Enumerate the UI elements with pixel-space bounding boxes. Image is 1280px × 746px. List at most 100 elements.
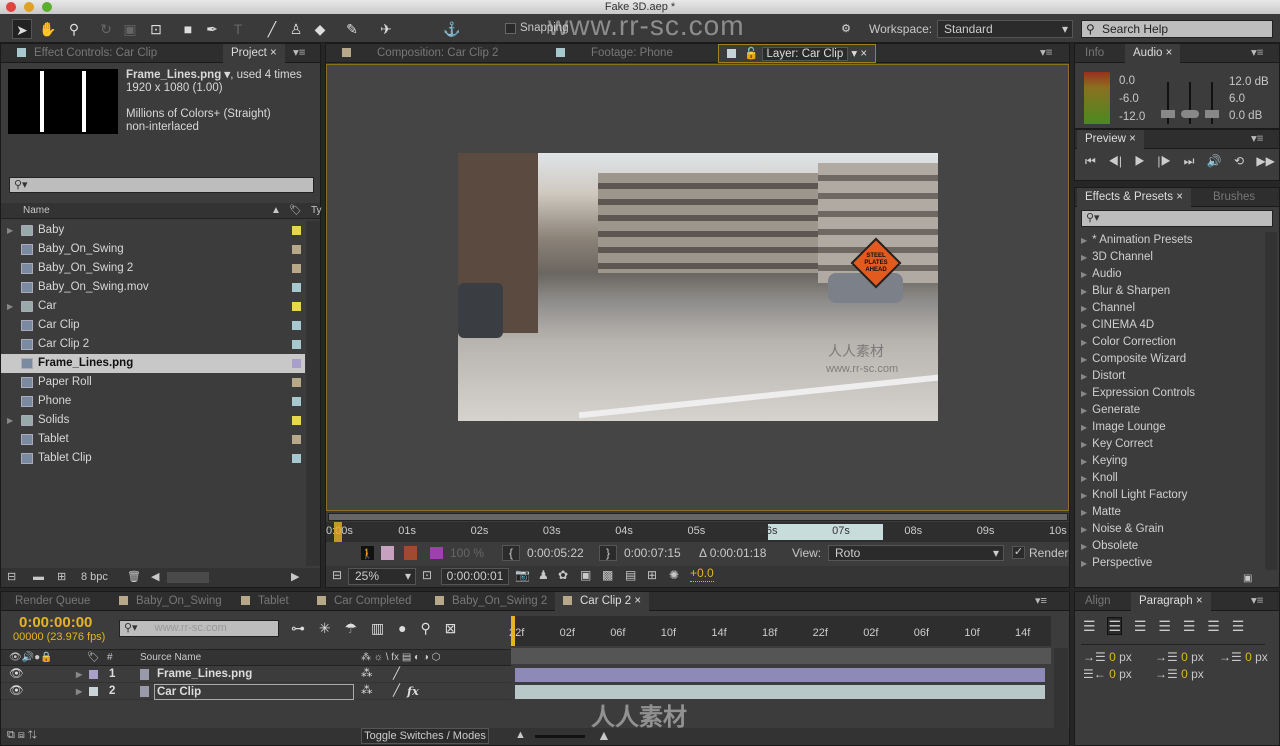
effect-category[interactable]: ▶ Channel bbox=[1075, 300, 1261, 317]
effect-category[interactable]: ▶ Blur & Sharpen bbox=[1075, 283, 1261, 300]
label-color-swatch[interactable] bbox=[89, 670, 98, 679]
list-item[interactable]: Car Clip bbox=[1, 316, 305, 335]
audio-icon[interactable]: 🔊 bbox=[1207, 154, 1222, 168]
snapshot-icon[interactable]: 📷 bbox=[515, 566, 530, 585]
align-left-icon[interactable]: ☰ bbox=[1083, 618, 1096, 634]
source-name-column-header[interactable]: Source Name bbox=[140, 650, 201, 665]
motion-blur-icon[interactable]: ● bbox=[398, 620, 406, 636]
layer-row[interactable]: 👁 ▶ 1 Frame_Lines.png ⁂ ╱ bbox=[1, 666, 511, 683]
tab-audio[interactable]: Audio × bbox=[1125, 44, 1181, 63]
space-after-value[interactable]: 0 bbox=[1181, 667, 1188, 681]
effect-category[interactable]: ▶ Perspective bbox=[1075, 555, 1261, 572]
tab-timeline[interactable]: Baby_On_Swing bbox=[111, 592, 230, 611]
reset-exposure-icon[interactable]: ✺ bbox=[669, 566, 679, 585]
trash-icon[interactable]: 🗑 bbox=[127, 568, 141, 587]
effect-category[interactable]: ▶ Knoll Light Factory bbox=[1075, 487, 1261, 504]
effect-category[interactable]: ▶ Key Correct bbox=[1075, 436, 1261, 453]
timeline-search-input[interactable]: ⚲▾ www.rr-sc.com bbox=[119, 620, 279, 637]
list-item[interactable]: Phone bbox=[1, 392, 305, 411]
lock-icon[interactable]: 🔓 bbox=[744, 48, 758, 60]
tab-composition[interactable]: Composition: Car Clip 2 bbox=[334, 44, 544, 63]
always-preview-icon[interactable]: ⊟ bbox=[332, 566, 342, 585]
tab-layer[interactable]: 🔓 Layer: Car Clip ▾ × bbox=[718, 44, 877, 63]
effect-category[interactable]: ▶ Generate bbox=[1075, 402, 1261, 419]
play-icon[interactable]: ▶ bbox=[1134, 154, 1145, 168]
zoom-out-icon[interactable]: ▲ bbox=[515, 728, 526, 743]
project-search-input[interactable]: ⚲▾ bbox=[9, 177, 314, 193]
list-item[interactable]: Tablet bbox=[1, 430, 305, 449]
effect-category[interactable]: ▶ 3D Channel bbox=[1075, 249, 1261, 266]
effect-category[interactable]: ▶ Keying bbox=[1075, 453, 1261, 470]
tab-effects-presets[interactable]: Effects & Presets × bbox=[1077, 188, 1191, 207]
list-item[interactable]: Baby_On_Swing bbox=[1, 240, 305, 259]
label-color-swatch[interactable] bbox=[292, 435, 301, 444]
in-point[interactable]: 0:00:05:22 bbox=[527, 544, 584, 562]
region-of-interest-icon[interactable]: ⊡ bbox=[422, 566, 432, 585]
layer-row[interactable]: 👁 ▶ 2 Car Clip ⁂ ╱ fx bbox=[1, 683, 511, 700]
panel-menu-icon[interactable]: ▾≡ bbox=[285, 44, 313, 63]
pen-tool-icon[interactable]: ✒ bbox=[202, 19, 222, 39]
interpret-footage-icon[interactable]: ⊟ bbox=[7, 568, 16, 587]
panel-menu-icon[interactable]: ▾≡ bbox=[1243, 130, 1271, 149]
panel-menu-icon[interactable]: ▾≡ bbox=[1243, 592, 1271, 611]
tab-align[interactable]: Align bbox=[1077, 592, 1119, 611]
effect-category[interactable]: ▶ Noise & Grain bbox=[1075, 521, 1261, 538]
align-center-icon[interactable]: ☰ bbox=[1107, 617, 1123, 635]
clone-stamp-tool-icon[interactable]: ♙ bbox=[286, 19, 306, 39]
effect-category[interactable]: ▶ CINEMA 4D bbox=[1075, 317, 1261, 334]
brush-tool-icon[interactable]: ╱ bbox=[262, 19, 282, 39]
zoom-window-button[interactable] bbox=[42, 2, 52, 12]
label-color-swatch[interactable] bbox=[292, 226, 301, 235]
label-column-icon[interactable]: 🏷 bbox=[87, 650, 100, 665]
expand-triangle-icon[interactable]: ▶ bbox=[7, 411, 13, 430]
scroll-left-icon[interactable]: ◀ bbox=[151, 568, 159, 587]
expand-triangle-icon[interactable]: ▶ bbox=[76, 666, 82, 683]
effect-category[interactable]: ▶ Audio bbox=[1075, 266, 1261, 283]
av-features-icon[interactable]: 👁🔊●🔒 bbox=[9, 650, 53, 665]
label-color-swatch[interactable] bbox=[292, 416, 301, 425]
close-icon[interactable]: × bbox=[1176, 191, 1183, 203]
indent-left-field[interactable]: →☰ 0 px bbox=[1083, 648, 1132, 666]
visibility-icon[interactable]: 👁 bbox=[9, 683, 24, 700]
list-item[interactable]: Baby_On_Swing 2 bbox=[1, 259, 305, 278]
timeline-scrollbar[interactable] bbox=[1054, 648, 1068, 728]
list-item[interactable]: Frame_Lines.png bbox=[1, 354, 305, 373]
zoom-tool-icon[interactable]: ⚲ bbox=[64, 19, 84, 39]
space-before-value[interactable]: 0 bbox=[1245, 650, 1252, 664]
close-icon[interactable]: × bbox=[270, 47, 277, 59]
tab-paragraph[interactable]: Paragraph × bbox=[1131, 592, 1211, 611]
puppet-pin-tool-icon[interactable]: ✈ bbox=[376, 19, 396, 39]
magnification-dropdown[interactable]: 25% ▾ bbox=[348, 568, 416, 585]
effect-category[interactable]: ▶ Image Lounge bbox=[1075, 419, 1261, 436]
current-time-display[interactable]: 0:00:00:01 bbox=[441, 568, 509, 585]
flowchart-icon[interactable]: ⊞ bbox=[647, 566, 657, 585]
layer-bar-frame-lines[interactable] bbox=[515, 668, 1045, 682]
effect-category[interactable]: ▶ Expression Controls bbox=[1075, 385, 1261, 402]
graph-editor-icon[interactable]: ⊠ bbox=[445, 620, 457, 636]
timeline-icon[interactable]: ▤ bbox=[625, 566, 636, 585]
space-before-field[interactable]: →☰ 0 px bbox=[1219, 648, 1268, 666]
previous-frame-icon[interactable]: ◀| bbox=[1108, 154, 1122, 168]
overlay-color-swatch[interactable] bbox=[430, 547, 443, 559]
label-color-swatch[interactable] bbox=[292, 245, 301, 254]
current-timecode[interactable]: 0:00:00:00 bbox=[19, 614, 92, 631]
text-tool-icon[interactable]: T bbox=[228, 19, 248, 39]
indent-first-value[interactable]: 0 bbox=[1181, 650, 1188, 664]
camera-tool-icon[interactable]: ▣ bbox=[120, 19, 140, 39]
effect-category[interactable]: ▶ Matte bbox=[1075, 504, 1261, 521]
time-ruler[interactable]: 0:00s01s02s03s04s05s06s07s08s09s10s bbox=[326, 522, 1069, 542]
playhead[interactable] bbox=[334, 522, 342, 542]
render-checkbox[interactable]: ✓ bbox=[1012, 546, 1025, 559]
quality-switch-icon[interactable]: ╱ bbox=[393, 666, 400, 683]
name-column-header[interactable]: Name bbox=[23, 203, 50, 219]
list-item[interactable]: Paper Roll bbox=[1, 373, 305, 392]
panel-menu-icon[interactable]: ▾≡ bbox=[1035, 594, 1047, 607]
zoom-slider[interactable] bbox=[535, 735, 585, 738]
justify-all-icon[interactable]: ☰ bbox=[1232, 618, 1245, 634]
indent-right-field[interactable]: ☰← 0 px bbox=[1083, 665, 1132, 683]
loop-icon[interactable]: ⟲ bbox=[1234, 154, 1244, 168]
scroll-right-icon[interactable]: ▶ bbox=[291, 568, 299, 587]
label-color-swatch[interactable] bbox=[292, 264, 301, 273]
layer-dropdown[interactable]: Layer: Car Clip bbox=[761, 47, 849, 61]
tab-timeline[interactable]: Car Clip 2 × bbox=[555, 592, 650, 611]
